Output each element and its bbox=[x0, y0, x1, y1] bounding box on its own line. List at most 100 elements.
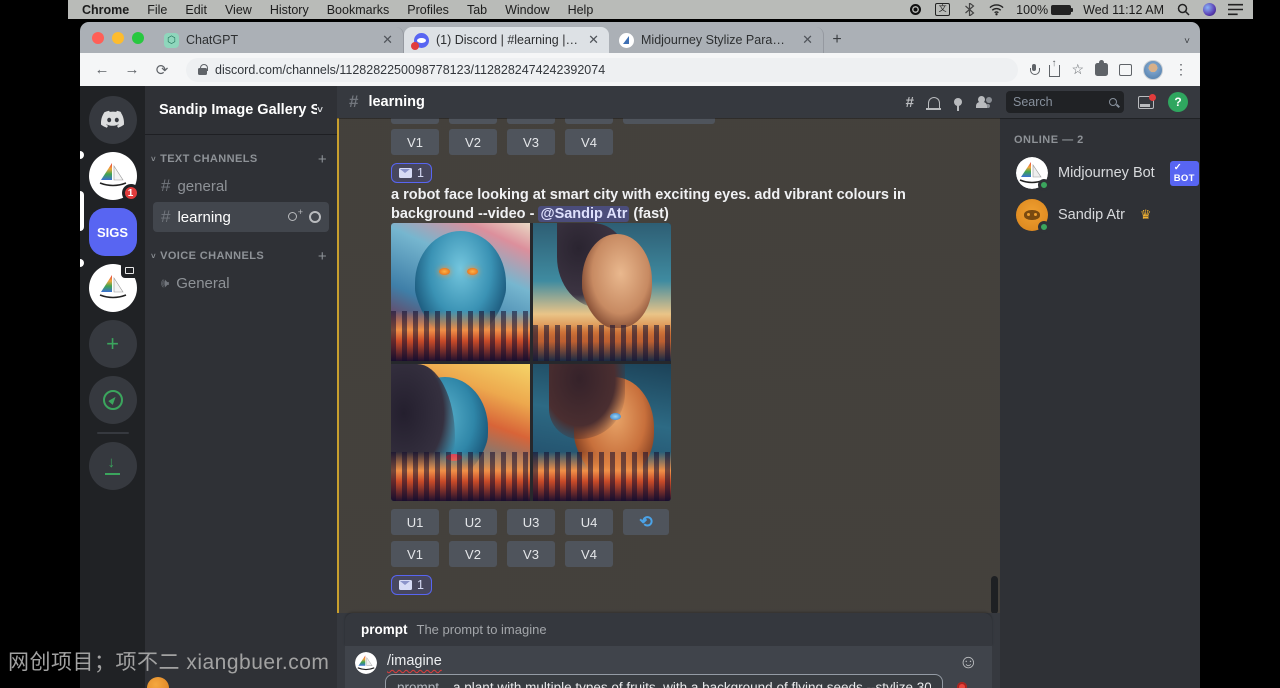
inbox-icon[interactable] bbox=[1138, 96, 1154, 109]
menu-edit[interactable]: Edit bbox=[176, 3, 216, 17]
v1-button[interactable]: V1 bbox=[391, 541, 439, 567]
v3-button[interactable]: V3 bbox=[507, 541, 555, 567]
sidebar-item-general[interactable]: # general bbox=[153, 171, 329, 201]
generated-image-2[interactable] bbox=[533, 223, 672, 361]
u2-button[interactable]: U2 bbox=[449, 509, 497, 535]
emoji-picker-icon[interactable]: ☺ bbox=[959, 653, 978, 672]
search-input[interactable]: Search bbox=[1006, 91, 1124, 113]
menu-bookmarks[interactable]: Bookmarks bbox=[318, 3, 399, 17]
browser-profile-avatar[interactable] bbox=[1143, 60, 1163, 80]
u1-button[interactable]: U1 bbox=[391, 509, 439, 535]
category-voice-channels[interactable]: ˅ VOICE CHANNELS + bbox=[145, 245, 337, 267]
help-icon[interactable]: ? bbox=[1168, 92, 1188, 112]
envelope-reaction[interactable]: 1 bbox=[391, 575, 432, 595]
menu-bar-clock[interactable]: Wed 11:12 AM bbox=[1083, 3, 1164, 17]
v1-button[interactable]: V1 bbox=[391, 129, 439, 155]
reload-button[interactable]: ⟳ bbox=[150, 58, 174, 82]
menu-chrome[interactable]: Chrome bbox=[68, 3, 138, 17]
pinned-messages-icon[interactable] bbox=[954, 98, 962, 106]
notifications-bell-icon[interactable] bbox=[928, 97, 940, 108]
tab-chatgpt[interactable]: ChatGPT ✕ bbox=[154, 27, 404, 53]
reroll-button[interactable]: ⟲ bbox=[623, 509, 669, 535]
discord-home-button[interactable] bbox=[89, 96, 137, 144]
server-icon-sigs[interactable]: SIGS bbox=[89, 208, 137, 256]
menu-profiles[interactable]: Profiles bbox=[398, 3, 458, 17]
user-mention[interactable]: @Sandip Atr bbox=[538, 206, 629, 222]
explore-servers-button[interactable] bbox=[89, 376, 137, 424]
sidebar-item-learning[interactable]: # learning bbox=[153, 202, 329, 232]
server-owner-crown-icon: ♛ bbox=[1140, 207, 1152, 223]
slash-command-text[interactable]: /imagine bbox=[387, 653, 442, 669]
back-button[interactable]: ← bbox=[90, 58, 114, 82]
v4-button[interactable]: V4 bbox=[565, 541, 613, 567]
generated-image-3[interactable] bbox=[391, 364, 530, 502]
zoom-window-button[interactable] bbox=[132, 32, 144, 44]
server-icon-sailboat-1[interactable]: 1 bbox=[89, 152, 137, 200]
close-tab-icon[interactable]: ✕ bbox=[802, 32, 813, 48]
download-apps-button[interactable] bbox=[89, 442, 137, 490]
minimize-window-button[interactable] bbox=[112, 32, 124, 44]
u4-button[interactable]: U4 bbox=[565, 509, 613, 535]
bookmark-star-icon[interactable]: ☆ bbox=[1071, 61, 1084, 78]
envelope-reaction[interactable]: 1 bbox=[391, 163, 432, 183]
forward-button[interactable]: → bbox=[120, 58, 144, 82]
input-source-icon[interactable]: 文 bbox=[935, 3, 950, 16]
list-menu-icon[interactable] bbox=[1228, 3, 1243, 16]
extensions-icon[interactable] bbox=[1095, 63, 1108, 76]
menu-file[interactable]: File bbox=[138, 3, 176, 17]
v3-button[interactable]: V3 bbox=[507, 129, 555, 155]
share-icon[interactable] bbox=[1049, 65, 1060, 77]
slash-command-autocomplete[interactable]: prompt The prompt to imagine bbox=[345, 613, 992, 646]
envelope-icon bbox=[399, 580, 412, 590]
menu-window[interactable]: Window bbox=[496, 3, 558, 17]
invite-people-icon[interactable] bbox=[287, 212, 301, 223]
battery-indicator[interactable]: 100% bbox=[1016, 3, 1071, 17]
sidebar-item-voice-general[interactable]: 🕪 General bbox=[153, 268, 329, 298]
menu-tab[interactable]: Tab bbox=[458, 3, 496, 17]
midjourney-image-grid[interactable] bbox=[391, 223, 671, 501]
composer-bar[interactable]: /imagine ☺ prompt a plant with multiple … bbox=[345, 646, 992, 688]
mic-icon[interactable] bbox=[1030, 64, 1038, 76]
prompt-option-field[interactable]: prompt a plant with multiple types of fr… bbox=[385, 674, 943, 688]
browser-menu-icon[interactable]: ⋮ bbox=[1174, 61, 1188, 78]
wifi-icon[interactable] bbox=[989, 3, 1004, 16]
create-channel-button[interactable]: + bbox=[318, 151, 327, 168]
close-tab-icon[interactable]: ✕ bbox=[588, 32, 599, 48]
menu-history[interactable]: History bbox=[261, 3, 318, 17]
server-header[interactable]: Sandip Image Gallery Se... ˅ bbox=[145, 86, 337, 134]
spotlight-search-icon[interactable] bbox=[1176, 3, 1191, 16]
member-row-midjourney-bot[interactable]: Midjourney Bot ✓ BOT bbox=[1010, 152, 1192, 194]
v2-button[interactable]: V2 bbox=[449, 129, 497, 155]
generated-image-1[interactable] bbox=[391, 223, 530, 361]
midjourney-favicon bbox=[619, 33, 634, 48]
v4-button[interactable]: V4 bbox=[565, 129, 613, 155]
message-list[interactable]: V1 V2 V3 V4 1 a robot face looking at sm… bbox=[337, 118, 1000, 613]
member-row-sandip-atr[interactable]: Sandip Atr ♛ bbox=[1010, 194, 1192, 236]
category-text-channels[interactable]: ˅ TEXT CHANNELS + bbox=[145, 148, 337, 170]
server-icon-sailboat-2[interactable] bbox=[89, 264, 137, 312]
online-count-label: ONLINE — 2 bbox=[1014, 134, 1192, 146]
close-tab-icon[interactable]: ✕ bbox=[382, 32, 393, 48]
control-center-icon[interactable] bbox=[1203, 3, 1216, 16]
threads-icon[interactable]: # bbox=[906, 94, 914, 111]
menu-view[interactable]: View bbox=[216, 3, 261, 17]
bluetooth-icon[interactable] bbox=[962, 3, 977, 16]
hash-icon: # bbox=[349, 92, 358, 112]
menu-help[interactable]: Help bbox=[559, 3, 603, 17]
member-list-icon[interactable] bbox=[976, 96, 992, 108]
close-window-button[interactable] bbox=[92, 32, 104, 44]
add-server-button[interactable]: + bbox=[89, 320, 137, 368]
tab-search-chevron-icon[interactable]: ˅ bbox=[1184, 36, 1190, 47]
chat-scrollbar[interactable] bbox=[991, 576, 998, 613]
tab-discord[interactable]: (1) Discord | #learning | Sandi ✕ bbox=[404, 27, 609, 53]
u3-button[interactable]: U3 bbox=[507, 509, 555, 535]
create-channel-button[interactable]: + bbox=[318, 248, 327, 265]
address-bar[interactable]: discord.com/channels/1128282250098778123… bbox=[186, 58, 1018, 82]
record-status-icon[interactable] bbox=[908, 3, 923, 16]
reading-list-icon[interactable] bbox=[1119, 64, 1132, 76]
gear-icon[interactable] bbox=[309, 211, 321, 223]
v2-button[interactable]: V2 bbox=[449, 541, 497, 567]
new-tab-button[interactable]: + bbox=[824, 27, 850, 53]
generated-image-4[interactable] bbox=[533, 364, 672, 502]
tab-midjourney-docs[interactable]: Midjourney Stylize Parameter ✕ bbox=[609, 27, 824, 53]
